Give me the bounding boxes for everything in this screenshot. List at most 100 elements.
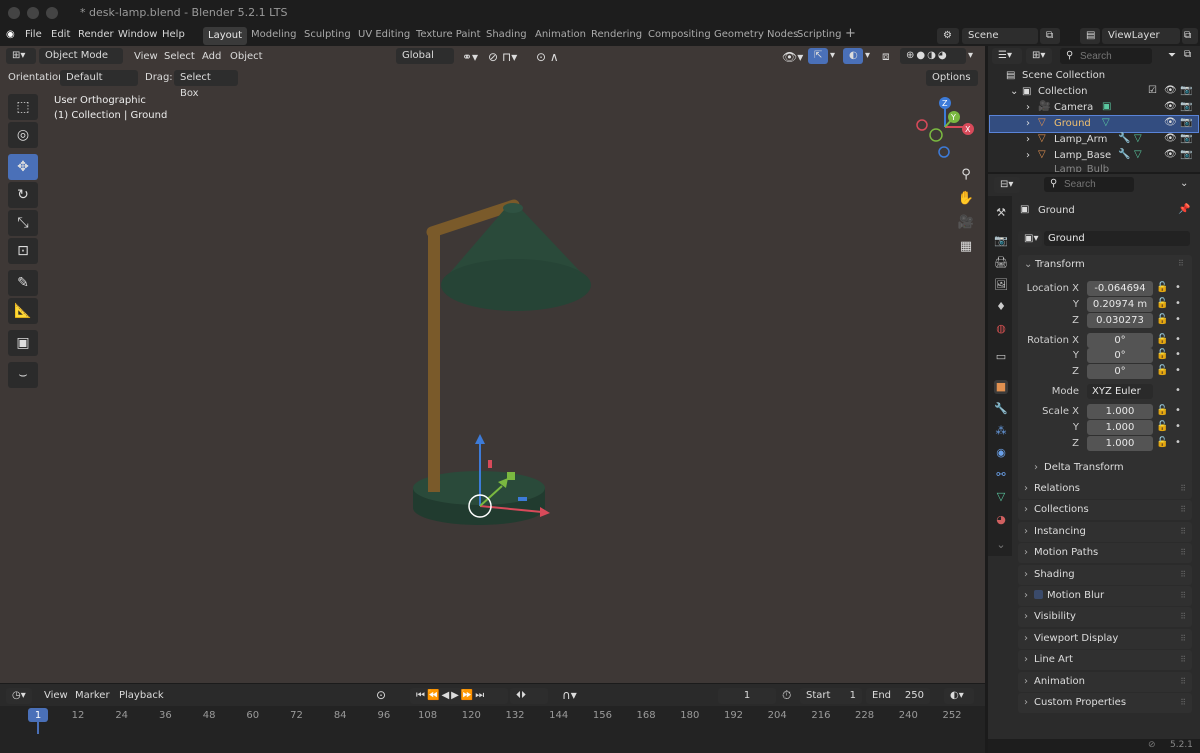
collection-render-icon[interactable]: 📷 [1180,85,1192,96]
material-tab-icon[interactable]: ◕ [994,513,1008,527]
scale-z-field[interactable]: 1.000 [1087,436,1153,451]
pivot-icon[interactable]: ⚭▾ [462,50,478,64]
new-view-layer-icon[interactable]: ⧉ [1182,28,1198,44]
playback-controls[interactable]: ⏮⏪◀▶⏩⏭ [410,688,508,704]
collection-expand-icon[interactable]: ⌄ [1010,86,1018,97]
view-layer-selector[interactable]: ViewLayer [1102,28,1180,44]
auto-key-icon[interactable]: ∩▾ [562,688,577,702]
view-layer-tab-icon[interactable]: 🖼 [994,278,1008,292]
panel-collections[interactable]: Collections ⠿ [1018,500,1192,521]
tool-tab-icon[interactable]: ⚒ [994,206,1008,220]
panel-shading[interactable]: Shading ⠿ [1018,564,1192,585]
scale-x-field[interactable]: 1.000 [1087,404,1153,419]
pin-icon[interactable]: 📌 [1178,204,1190,215]
navigation-gizmo[interactable]: Z X Y [910,95,980,161]
object-menu[interactable]: Object [230,51,263,62]
collection-tab-icon[interactable]: ▭ [994,350,1008,364]
tab-geometry-nodes[interactable]: Geometry Nodes [714,29,798,40]
modifier-tab-icon[interactable]: 🔧 [994,402,1008,416]
current-frame-field[interactable]: 1 [718,688,776,704]
add-cube-tool-icon[interactable]: ▣ [8,330,38,356]
timeline-view-options-icon[interactable]: ◐▾ [944,688,974,704]
object-name-field[interactable]: Ground [1044,231,1190,246]
menu-help[interactable]: Help [162,29,185,40]
panel-visibility[interactable]: Visibility ⠿ [1018,607,1192,628]
outliner-item-lamp-base[interactable]: › ▽ Lamp_Base 🔧 ▽ 👁 📷 [990,148,1198,164]
annotate-tool-icon[interactable]: ✎ [8,270,38,296]
outliner-item-lamp-bulb[interactable]: Lamp_Bulb [990,164,1198,172]
outliner-search-input[interactable] [1060,48,1152,64]
start-frame-field[interactable]: Start 1 [800,688,862,704]
gizmo-dropdown-icon[interactable]: ▾ [830,50,835,61]
lock-icon[interactable]: 🔓 [1156,421,1168,432]
lock-icon[interactable]: 🔓 [1156,405,1168,416]
menu-file[interactable]: File [25,29,42,40]
keyframe-dot-icon[interactable]: • [1175,349,1181,360]
visibility-icon[interactable]: 👁 [1164,117,1177,128]
timeline-view-menu[interactable]: View [44,690,68,701]
tab-rendering[interactable]: Rendering [591,29,642,40]
tab-scripting[interactable]: Scripting [797,29,841,40]
output-tab-icon[interactable]: 🖨 [994,256,1008,270]
keyframe-dot-icon[interactable]: • [1175,405,1181,416]
tab-texture-paint[interactable]: Texture Paint [416,29,481,40]
blender-logo-icon[interactable]: ◉ [6,29,15,40]
outliner-editor-icon[interactable]: ☰▾ [992,48,1022,64]
drag-grip-icon[interactable]: ⠿ [1180,607,1186,627]
drag-grip-icon[interactable]: ⠿ [1180,650,1186,670]
scale-tool-icon[interactable]: ⤡ [8,210,38,236]
outliner-item-lamp-arm[interactable]: › ▽ Lamp_Arm 🔧 ▽ 👁 📷 [990,132,1198,148]
menu-window[interactable]: Window [118,29,157,40]
gizmo-toggle-icon[interactable]: ⇱ [808,48,828,64]
tab-modeling[interactable]: Modeling [251,29,297,40]
delta-transform-subpanel[interactable]: Delta Transform [1028,458,1190,478]
scene-icon[interactable]: ⚙ [937,28,959,44]
constraints-tab-icon[interactable]: ⚯ [994,468,1008,482]
orientation-selector[interactable]: Default [60,70,138,86]
outliner-item-ground[interactable]: › ▽ Ground ▽ 👁 📷 [989,115,1199,133]
drag-grip-icon[interactable]: ⠿ [1180,672,1186,692]
timeline-playback-menu[interactable]: Playback [119,690,164,701]
transform-panel-header[interactable]: ⌄ Transform ⠿ [1018,255,1192,275]
tab-shading[interactable]: Shading [486,29,527,40]
rotation-x-field[interactable]: 0° [1087,333,1153,348]
location-y-field[interactable]: 0.20974 m [1087,297,1153,312]
overlay-toggle-icon[interactable]: ◐ [843,48,863,64]
outliner-scene-collection[interactable]: ▤ Scene Collection [990,68,1198,84]
panel-viewport-display[interactable]: Viewport Display ⠿ [1018,628,1192,649]
outliner-filter-dropdown-icon[interactable]: ⏷ [1168,50,1176,61]
end-frame-field[interactable]: End 250 [866,688,930,704]
drag-grip-icon[interactable]: ⠿ [1180,693,1186,713]
tab-sculpting[interactable]: Sculpting [304,29,351,40]
keyframe-dot-icon[interactable]: • [1175,365,1181,376]
lock-icon[interactable]: 🔓 [1156,334,1168,345]
options-button[interactable]: Options [926,70,978,86]
new-collection-icon[interactable]: ⧉ [1184,49,1191,60]
tab-layout[interactable]: Layout [203,27,247,45]
panel-line-art[interactable]: Line Art ⠿ [1018,650,1192,671]
maximize-window-icon[interactable] [46,7,58,19]
select-menu[interactable]: Select [164,51,195,62]
shading-dropdown-icon[interactable]: ▾ [968,50,973,61]
drag-grip-icon[interactable]: ⠿ [1180,586,1186,606]
new-scene-icon[interactable]: ⧉ [1040,28,1060,44]
motion-blur-checkbox[interactable] [1034,590,1043,599]
add-workspace-icon[interactable]: + [845,26,856,41]
expand-icon[interactable]: › [1026,102,1030,113]
world-tab-icon[interactable]: ◍ [994,322,1008,336]
rotation-z-field[interactable]: 0° [1087,364,1153,379]
proportional-edit-icon[interactable]: ⊙ ∧ [536,50,559,64]
editor-type-icon[interactable]: ⊞▾ [6,48,36,64]
render-icon[interactable]: 📷 [1180,149,1192,160]
record-icon[interactable]: ⊙ [376,688,386,702]
camera-view-icon[interactable]: 🎥 [956,213,976,233]
zoom-icon[interactable]: ⚲ [956,165,976,185]
keyframe-jump-icons[interactable]: ⏴⏵ [510,688,548,704]
visibility-icon[interactable]: 👁 [1164,149,1177,160]
minimize-window-icon[interactable] [27,7,39,19]
drag-grip-icon[interactable]: ⠿ [1180,629,1186,649]
tab-uv-editing[interactable]: UV Editing [358,29,410,40]
location-z-field[interactable]: 0.030273 [1087,313,1153,328]
properties-editor-icon[interactable]: ⊟▾ [994,177,1020,193]
drag-grip-icon[interactable]: ⠿ [1178,259,1184,268]
